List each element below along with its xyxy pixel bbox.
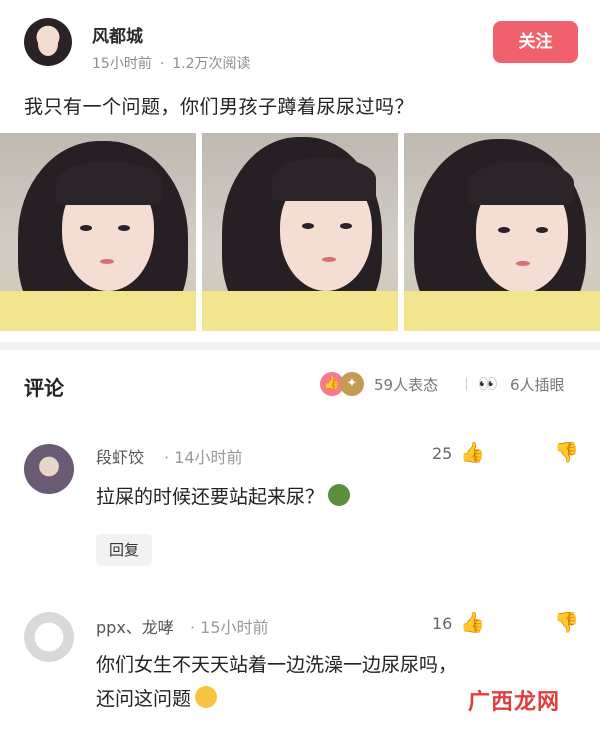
comment-text-line: 还问这问题: [96, 682, 457, 716]
thumbs-up-icon[interactable]: 👍: [460, 440, 485, 464]
smug-emoji-icon: [195, 686, 218, 708]
commenter-name[interactable]: ppx、龙哮: [96, 614, 174, 638]
watermark: 广西龙网: [468, 690, 561, 715]
eyes-icon[interactable]: 👀: [478, 374, 498, 393]
portrait-photo-1[interactable]: [0, 133, 196, 331]
reply-button[interactable]: 回复: [96, 534, 152, 566]
comment-text: 你们女生不天天站着一边洗澡一边尿尿吗， 还问这问题: [96, 648, 457, 716]
comments-header: 评论 👍 ✦ 59人表态 👀 6人插眼: [0, 350, 600, 416]
comments-title: 评论: [24, 376, 64, 400]
author-avatar[interactable]: [24, 18, 72, 66]
thumbs-down-icon[interactable]: 👎: [554, 610, 579, 634]
comment-text: 拉屎的时候还要站起来尿？: [96, 480, 351, 514]
comment-text-body: 还问这问题: [96, 688, 192, 710]
post-meta: 15小时前 · 1.2万次阅读: [92, 53, 251, 73]
goblin-emoji-icon: [328, 484, 351, 506]
reaction-count[interactable]: 59人表态: [374, 374, 438, 395]
comment-item: 段虾饺 · 14小时前 25 👍 👎 拉屎的时候还要站起来尿？ 回复: [0, 430, 600, 580]
thumbs-up-icon[interactable]: 👍: [460, 610, 485, 634]
hat-reaction-icon: ✦: [340, 372, 364, 396]
meta-separator: ·: [159, 56, 165, 72]
comment-text-line: 你们女生不天天站着一边洗澡一边尿尿吗，: [96, 654, 458, 676]
commenter-name[interactable]: 段虾饺: [96, 444, 144, 468]
author-name[interactable]: 风都城: [92, 22, 143, 47]
view-count: 1.2万次阅读: [172, 56, 251, 72]
post-question: 我只有一个问题，你们男孩子蹲着尿尿过吗？: [24, 96, 415, 118]
commenter-avatar[interactable]: [24, 612, 74, 662]
post-time: 15小时前: [92, 56, 152, 72]
portrait-photo-2[interactable]: [202, 133, 398, 331]
commenter-avatar[interactable]: [24, 444, 74, 494]
like-count: 16: [432, 614, 453, 633]
section-divider: [0, 342, 600, 350]
photo-grid: [0, 133, 600, 331]
post-header: 风都城 15小时前 · 1.2万次阅读 关注: [0, 0, 600, 82]
header-separator: [466, 377, 467, 391]
thumbs-down-icon[interactable]: 👎: [554, 440, 579, 464]
comment-text-body: 拉屎的时候还要站起来尿？: [96, 486, 325, 508]
portrait-photo-3[interactable]: [404, 133, 600, 331]
eyes-count[interactable]: 6人插眼: [510, 374, 565, 395]
comment-time: · 14小时前: [164, 448, 243, 467]
reaction-icons[interactable]: 👍 ✦: [320, 372, 372, 396]
comment-time: · 15小时前: [190, 618, 269, 637]
like-count: 25: [432, 444, 453, 463]
follow-button[interactable]: 关注: [493, 21, 578, 63]
